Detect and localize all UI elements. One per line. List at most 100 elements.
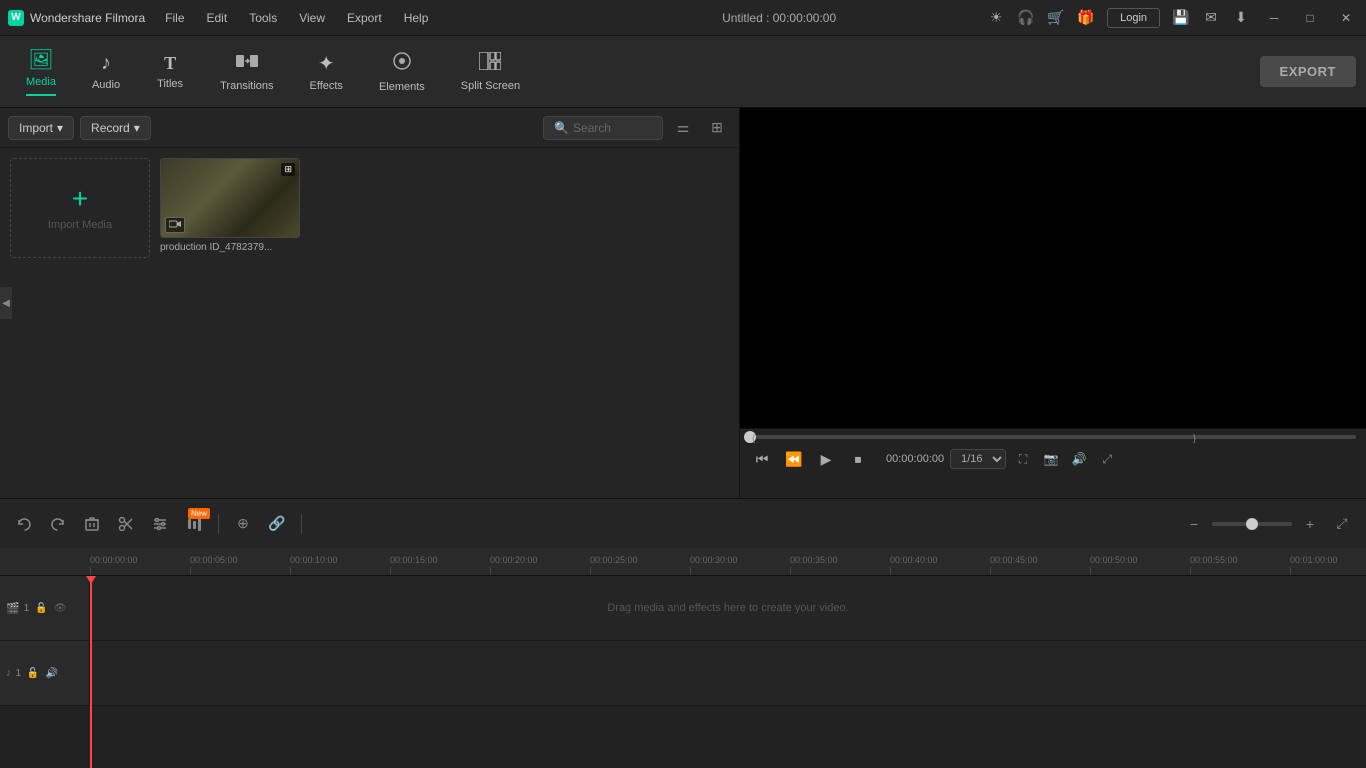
split-screen-label: Split Screen: [461, 80, 520, 92]
separator: [218, 514, 219, 534]
import-plus-icon: +: [72, 185, 88, 213]
ruler-mark: 00:00:35:00: [790, 555, 890, 575]
audio-track-lock-button[interactable]: 🔓: [25, 665, 41, 681]
ruler-mark: 00:00:20:00: [490, 555, 590, 575]
menu-help[interactable]: Help: [394, 7, 439, 29]
menu-edit[interactable]: Edit: [197, 7, 238, 29]
zoom-select[interactable]: 1/16 1/8 1/4 1/2 1/1: [950, 449, 1006, 469]
track-header-controls: 🔓 👁: [33, 600, 68, 616]
toolbar-media[interactable]: 🖼 Media: [10, 41, 72, 102]
preview-canvas: [740, 108, 1366, 428]
timeline-tracks: 🎬 1 🔓 👁 Drag media and effects here to c…: [0, 576, 1366, 768]
login-button[interactable]: Login: [1107, 8, 1160, 28]
search-box[interactable]: 🔍 Search: [543, 116, 663, 140]
toolbar-audio[interactable]: ♪ Audio: [76, 46, 136, 97]
new-badge: New: [188, 508, 210, 519]
audio-track-label: 1: [16, 668, 22, 679]
toolbar-elements[interactable]: Elements: [363, 45, 441, 99]
export-button[interactable]: EXPORT: [1260, 56, 1356, 87]
titles-label: Titles: [157, 78, 183, 90]
maximize-button[interactable]: □: [1298, 6, 1322, 30]
go-to-start-button[interactable]: ⏮: [750, 447, 774, 471]
ruler-mark: 00:01:00:00: [1290, 555, 1366, 575]
add-track-button[interactable]: ⊕: [229, 510, 257, 538]
preview-panel: { } ⏮ ⏪ ▶ ⏹ 00:00:00:00 1/16 1/8 1/4 1/2…: [740, 108, 1366, 498]
track-lock-button[interactable]: 🔓: [33, 600, 49, 616]
minimize-button[interactable]: ─: [1262, 6, 1286, 30]
app-logo: W Wondershare Filmora: [8, 10, 145, 26]
snapshot-icon[interactable]: 📷: [1040, 448, 1062, 470]
stop-button[interactable]: ⏹: [846, 447, 870, 471]
split-screen-icon: [479, 52, 501, 76]
grid-view-icon[interactable]: ⊞: [703, 114, 731, 142]
save-icon[interactable]: 💾: [1172, 9, 1190, 27]
ruler-mark: 00:00:30:00: [690, 555, 790, 575]
toolbar-split-screen[interactable]: Split Screen: [445, 46, 536, 98]
chevron-down-icon: ▾: [134, 121, 140, 135]
link-button[interactable]: 🔗: [263, 510, 291, 538]
track-visibility-button[interactable]: 👁: [52, 600, 68, 616]
import-media-placeholder[interactable]: + Import Media: [10, 158, 150, 258]
expand-icon[interactable]: ⤢: [1096, 448, 1118, 470]
delete-button[interactable]: [78, 510, 106, 538]
media-overlay-icon: ⊞: [281, 163, 295, 176]
audio-track-icon: ♪: [6, 667, 12, 679]
media-badge: [165, 217, 185, 233]
ruler-mark: 00:00:05:00: [190, 555, 290, 575]
import-dropdown[interactable]: Import ▾: [8, 116, 74, 140]
headphone-icon[interactable]: 🎧: [1017, 9, 1035, 27]
record-dropdown[interactable]: Record ▾: [80, 116, 151, 140]
transitions-icon: [236, 52, 258, 76]
audio-track-mute-button[interactable]: 🔊: [44, 665, 60, 681]
video-track-content[interactable]: Drag media and effects here to create yo…: [90, 576, 1366, 640]
sun-icon[interactable]: ☀: [987, 9, 1005, 27]
menu-file[interactable]: File: [155, 7, 194, 29]
zoom-in-button[interactable]: +: [1296, 510, 1324, 538]
search-icon: 🔍: [554, 121, 569, 135]
toolbar-titles[interactable]: T Titles: [140, 47, 200, 96]
cart-icon[interactable]: 🛒: [1047, 9, 1065, 27]
filter-icon[interactable]: ⚌: [669, 114, 697, 142]
media-panel-toolbar: Import ▾ Record ▾ 🔍 Search ⚌ ⊞: [0, 108, 739, 148]
settings-button[interactable]: [146, 510, 174, 538]
media-item[interactable]: ⊞ production ID_4782379...: [160, 158, 300, 258]
menu-export[interactable]: Export: [337, 7, 392, 29]
preview-timeline-bar[interactable]: { }: [750, 435, 1356, 439]
title-bar: W Wondershare Filmora File Edit Tools Vi…: [0, 0, 1366, 36]
media-panel: Import ▾ Record ▾ 🔍 Search ⚌ ⊞ + Import …: [0, 108, 740, 498]
step-back-button[interactable]: ⏪: [782, 447, 806, 471]
gift-icon[interactable]: 🎁: [1077, 9, 1095, 27]
mail-icon[interactable]: ✉: [1202, 9, 1220, 27]
toolbar: 🖼 Media ♪ Audio T Titles Transitions ✦ E…: [0, 36, 1366, 108]
preview-extra-buttons: 00:00:00:00 1/16 1/8 1/4 1/2 1/1 ⛶ 📷 🔊 ⤢: [886, 448, 1118, 470]
ruler-mark: 00:00:50:00: [1090, 555, 1190, 575]
panel-collapse-arrow[interactable]: ◀: [0, 287, 12, 319]
preview-controls: { } ⏮ ⏪ ▶ ⏹ 00:00:00:00 1/16 1/8 1/4 1/2…: [740, 428, 1366, 498]
video-track-empty-text: Drag media and effects here to create yo…: [607, 602, 848, 614]
toolbar-effects[interactable]: ✦ Effects: [294, 45, 359, 98]
zoom-slider[interactable]: [1212, 522, 1292, 526]
media-label: Media: [26, 76, 56, 88]
close-button[interactable]: ✕: [1334, 6, 1358, 30]
audio-label: Audio: [92, 79, 120, 91]
zoom-out-button[interactable]: −: [1180, 510, 1208, 538]
undo-button[interactable]: [10, 510, 38, 538]
timeline-ruler-track: 00:00:00:00 00:00:05:00 00:00:10:00 00:0…: [90, 548, 1366, 575]
audio-track-content[interactable]: [90, 641, 1366, 705]
menu-view[interactable]: View: [289, 7, 335, 29]
toolbar-transitions[interactable]: Transitions: [204, 46, 289, 98]
zoom-slider-thumb[interactable]: [1246, 518, 1258, 530]
audio-track-row: ♪ 1 🔓 🔊: [0, 641, 1366, 706]
cut-button[interactable]: [112, 510, 140, 538]
menu-tools[interactable]: Tools: [239, 7, 287, 29]
ruler-mark: 00:00:55:00: [1190, 555, 1290, 575]
volume-icon[interactable]: 🔊: [1068, 448, 1090, 470]
video-track-header: 🎬 1 🔓 👁: [0, 576, 90, 640]
download-icon[interactable]: ⬇: [1232, 9, 1250, 27]
fullscreen-icon[interactable]: ⛶: [1012, 448, 1034, 470]
fit-to-window-button[interactable]: ⤢: [1328, 510, 1356, 538]
play-button[interactable]: ▶: [814, 447, 838, 471]
preview-buttons: ⏮ ⏪ ▶ ⏹ 00:00:00:00 1/16 1/8 1/4 1/2 1/1…: [750, 447, 1356, 471]
redo-button[interactable]: [44, 510, 72, 538]
effects-icon: ✦: [318, 51, 335, 76]
